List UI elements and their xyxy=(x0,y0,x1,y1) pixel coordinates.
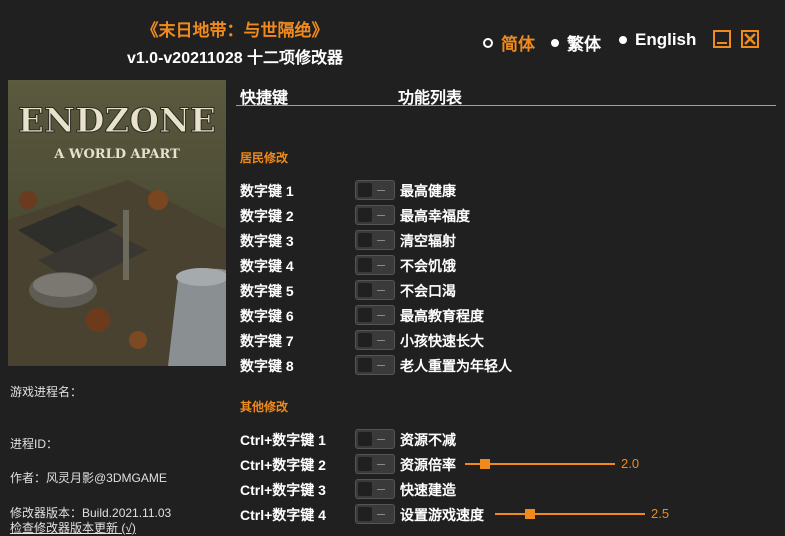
toggle-max-health[interactable] xyxy=(355,180,395,200)
slider-track xyxy=(495,513,645,515)
lang-option-traditional[interactable]: 繁体 xyxy=(551,30,601,55)
trainer-subtitle: v1.0-v20211028 十二项修改器 xyxy=(126,50,344,67)
trainer-title: 《末日地带：与世隔绝》 xyxy=(141,21,329,40)
process-id-label: 进程ID： xyxy=(10,437,59,451)
slider-value: 2.0 xyxy=(621,456,640,471)
cover-title-text: ENDZONE xyxy=(18,101,216,141)
game-speed-slider[interactable] xyxy=(495,509,645,519)
feature-label: 快速建造 xyxy=(400,482,456,498)
feature-label: 不会饥饿 xyxy=(400,258,456,274)
lang-label-traditional: 繁体 xyxy=(567,35,601,54)
toggle-clear-radiation[interactable] xyxy=(355,230,395,250)
toggle-no-hunger[interactable] xyxy=(355,255,395,275)
lang-option-simplified[interactable]: 简体 xyxy=(483,30,535,55)
lang-option-english[interactable]: English xyxy=(619,30,696,50)
feature-label: 老人重置为年轻人 xyxy=(400,358,512,374)
hotkey-label: 数字键 3 xyxy=(240,233,294,249)
author-label: 作者：风灵月影@3DMGAME xyxy=(10,471,167,485)
hotkey-label: Ctrl+数字键 3 xyxy=(240,482,326,498)
feature-label: 资源倍率 xyxy=(400,457,456,473)
toggle-reset-elderly[interactable] xyxy=(355,355,395,375)
radio-unselected-icon xyxy=(619,36,627,44)
hotkey-label: Ctrl+数字键 2 xyxy=(240,457,326,473)
toggle-infinite-resources[interactable] xyxy=(355,429,395,449)
toggle-resource-multiplier[interactable] xyxy=(355,454,395,474)
process-name-label: 游戏进程名： xyxy=(10,385,83,399)
cover-subtitle-text: A WORLD APART xyxy=(53,147,180,162)
hotkey-label: Ctrl+数字键 4 xyxy=(240,507,326,523)
toggle-no-thirst[interactable] xyxy=(355,280,395,300)
hotkey-label: 数字键 4 xyxy=(240,258,294,274)
slider-thumb[interactable] xyxy=(525,509,535,519)
hotkey-label: 数字键 5 xyxy=(240,283,294,299)
feature-label: 最高健康 xyxy=(400,183,456,199)
lang-label-simplified: 简体 xyxy=(501,35,535,54)
radio-unselected-icon xyxy=(551,38,559,47)
resource-multiplier-slider[interactable] xyxy=(465,459,615,469)
feature-label: 最高教育程度 xyxy=(400,308,484,324)
feature-label: 资源不减 xyxy=(400,432,456,448)
slider-value: 2.5 xyxy=(651,506,670,521)
hotkey-label: Ctrl+数字键 1 xyxy=(240,432,326,448)
hotkey-label: 数字键 8 xyxy=(240,358,294,374)
close-icon xyxy=(744,33,756,45)
feature-label: 清空辐射 xyxy=(400,233,456,249)
feature-label: 不会口渴 xyxy=(400,283,456,299)
feature-label: 最高幸福度 xyxy=(400,208,470,224)
toggle-max-happiness[interactable] xyxy=(355,205,395,225)
header-divider xyxy=(236,105,776,106)
section-title-residents: 居民修改 xyxy=(240,151,289,165)
hotkey-label: 数字键 2 xyxy=(240,208,294,224)
toggle-fast-child-growth[interactable] xyxy=(355,330,395,350)
minimize-button[interactable] xyxy=(713,30,731,48)
feature-label: 小孩快速长大 xyxy=(400,333,484,349)
toggle-fast-build[interactable] xyxy=(355,479,395,499)
close-button[interactable] xyxy=(741,30,759,48)
game-cover-image: ENDZONE A WORLD APART xyxy=(8,80,226,366)
feature-label: 设置游戏速度 xyxy=(400,507,484,523)
toggle-game-speed[interactable] xyxy=(355,504,395,524)
hotkey-label: 数字键 7 xyxy=(240,333,294,349)
hotkey-label: 数字键 6 xyxy=(240,308,294,324)
lang-label-english: English xyxy=(635,30,697,49)
radio-selected-icon xyxy=(483,37,493,48)
section-title-other: 其他修改 xyxy=(240,400,289,414)
check-update-link[interactable]: 检查修改器版本更新 (√) xyxy=(10,519,136,536)
toggle-max-education[interactable] xyxy=(355,305,395,325)
minimize-icon xyxy=(717,42,727,44)
slider-thumb[interactable] xyxy=(480,459,490,469)
hotkey-label: 数字键 1 xyxy=(240,183,294,199)
